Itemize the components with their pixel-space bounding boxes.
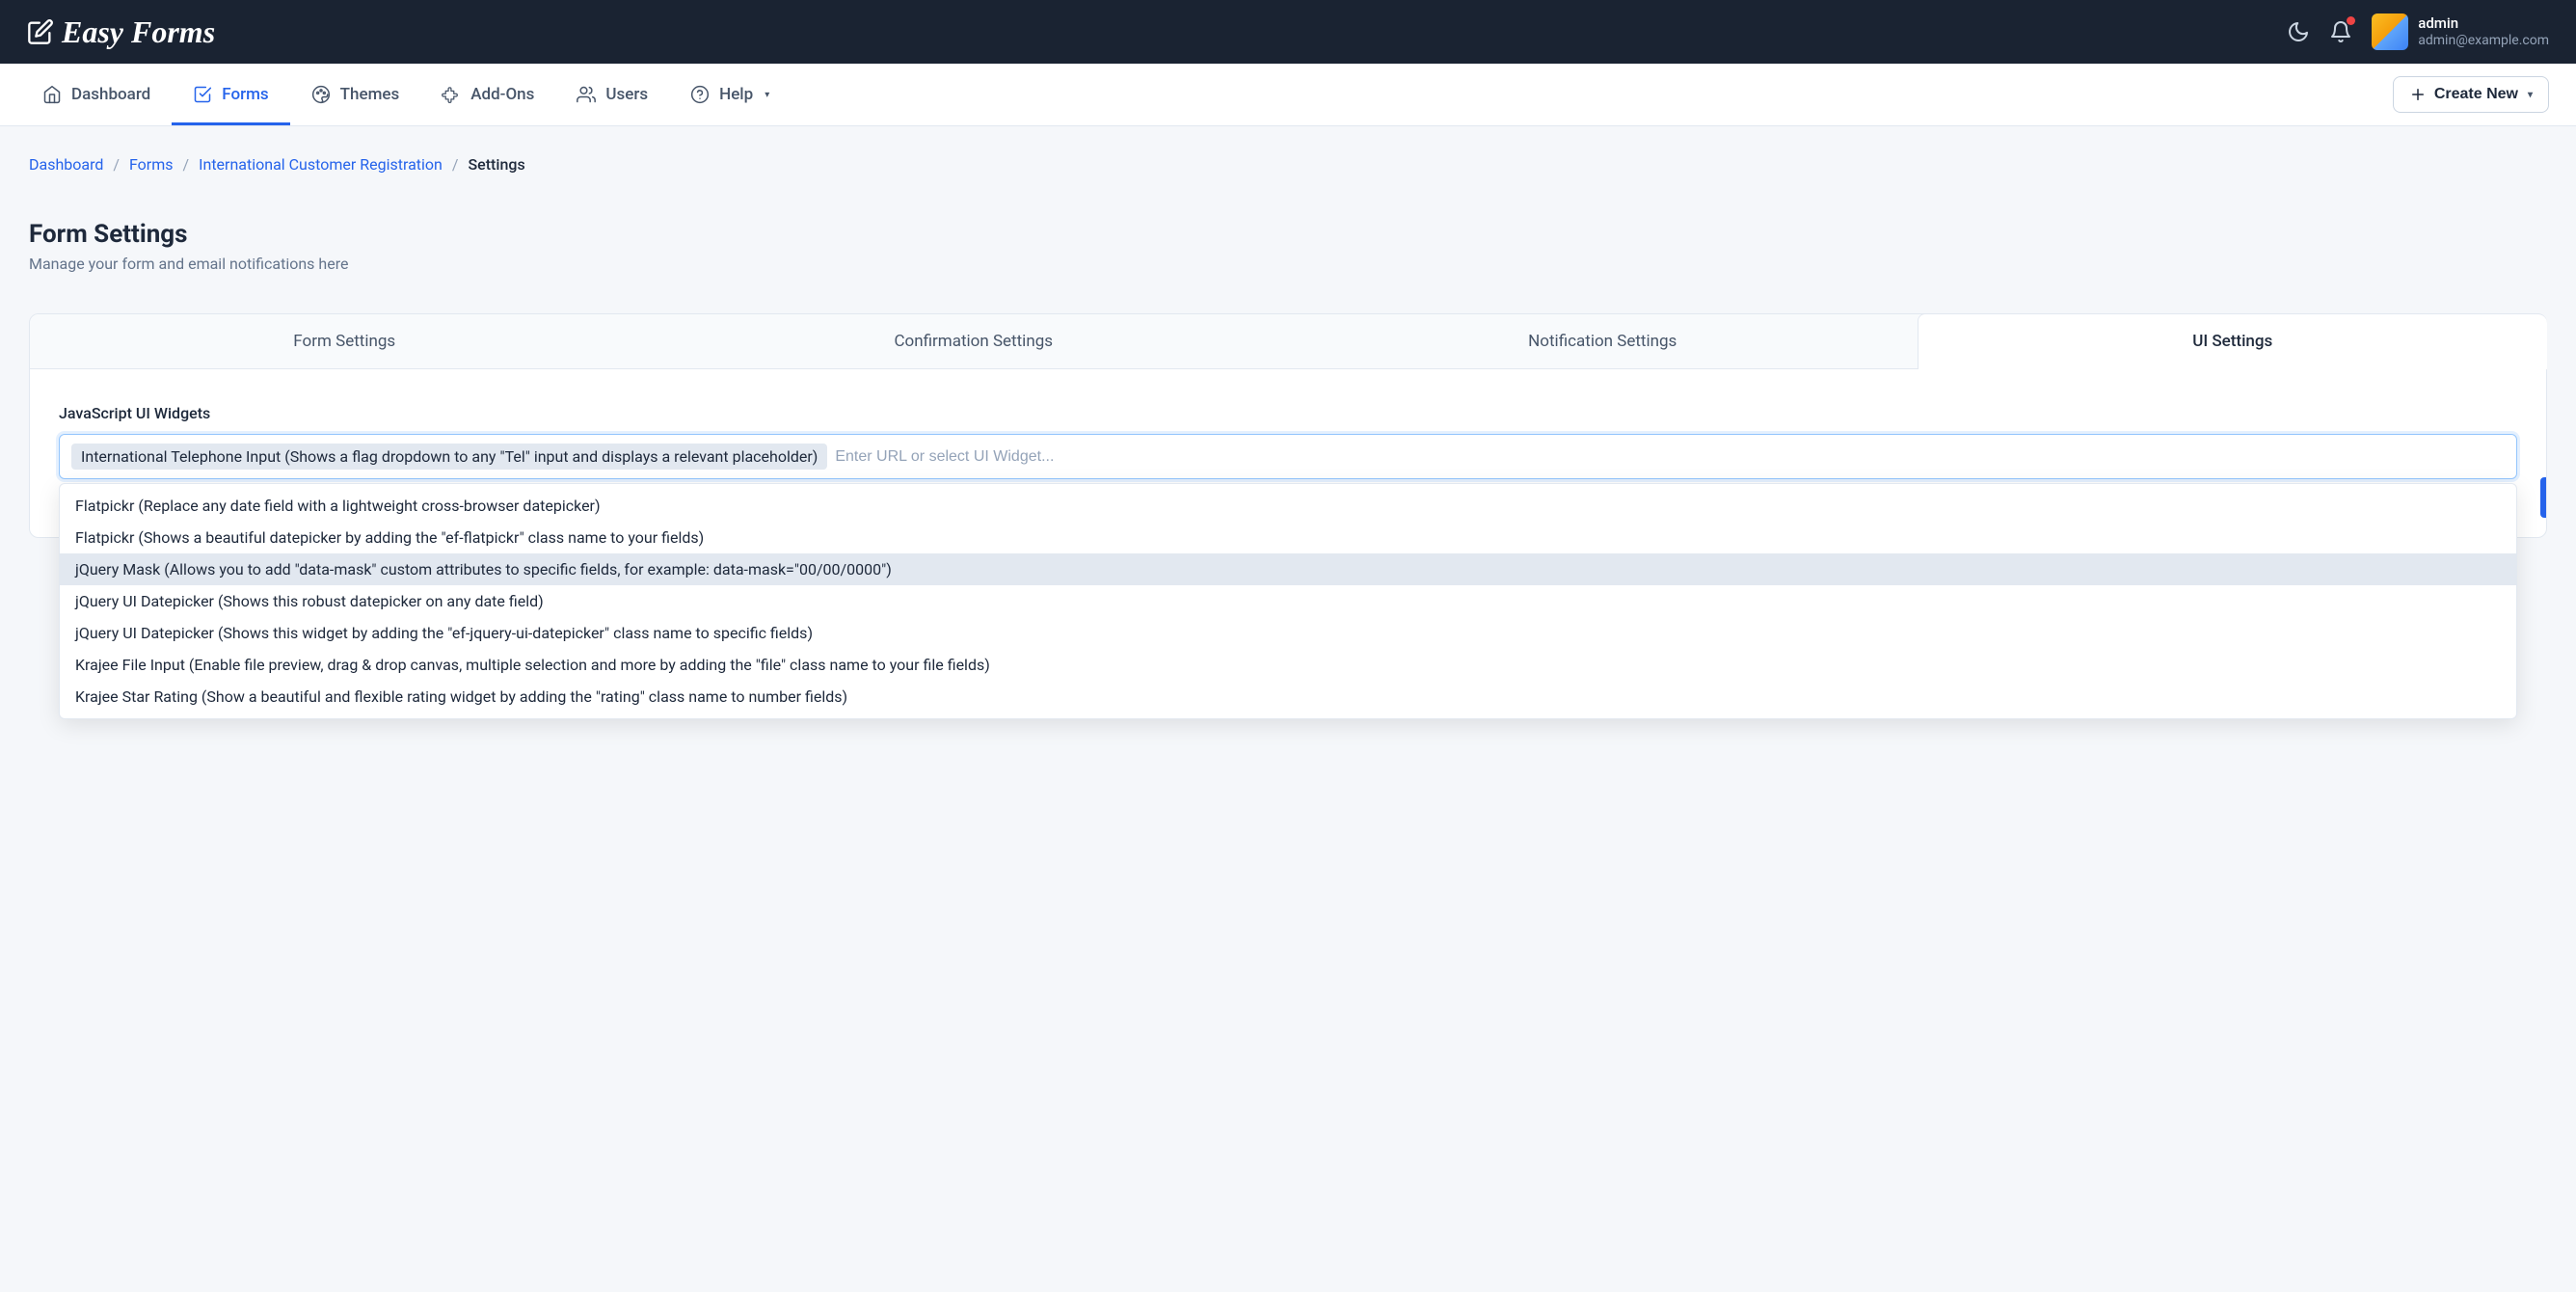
nav-label: Dashboard <box>71 85 150 104</box>
widget-option[interactable]: Krajee Star Rating (Show a beautiful and… <box>60 681 2516 713</box>
widget-search-input[interactable] <box>835 448 2505 466</box>
widget-option[interactable]: Flatpickr (Replace any date field with a… <box>60 490 2516 522</box>
widget-option[interactable]: jQuery UI Datepicker (Shows this widget … <box>60 617 2516 649</box>
notification-dot <box>2347 16 2355 25</box>
breadcrumb-sep: / <box>183 155 190 174</box>
breadcrumb-sep: / <box>452 155 459 174</box>
nav-label: Users <box>605 85 648 104</box>
breadcrumb-link-dashboard[interactable]: Dashboard <box>29 155 103 174</box>
widget-select[interactable]: International Telephone Input (Shows a f… <box>59 434 2517 479</box>
brand[interactable]: Easy Forms <box>27 14 215 50</box>
chevron-down-icon: ▾ <box>2528 90 2533 100</box>
tab-form-settings[interactable]: Form Settings <box>30 314 659 368</box>
nav-label: Forms <box>222 85 268 104</box>
page: Dashboard / Forms / International Custom… <box>0 126 2576 577</box>
nav-forms[interactable]: Forms <box>172 64 289 125</box>
widget-field-label: JavaScript UI Widgets <box>59 404 2517 422</box>
breadcrumb-current: Settings <box>468 155 524 174</box>
nav-label: Themes <box>340 85 400 104</box>
tabs: Form Settings Confirmation Settings Noti… <box>30 314 2546 369</box>
plus-icon <box>2409 86 2427 103</box>
brand-name: Easy Forms <box>62 14 215 50</box>
user-menu[interactable]: admin admin@example.com <box>2372 13 2549 50</box>
chevron-down-icon: ▾ <box>765 90 769 100</box>
widget-option[interactable]: jQuery Mask (Allows you to add "data-mas… <box>60 553 2516 585</box>
widget-option[interactable]: Flatpickr (Shows a beautiful datepicker … <box>60 522 2516 553</box>
users-icon <box>577 85 596 104</box>
breadcrumb: Dashboard / Forms / International Custom… <box>29 155 2547 174</box>
tab-confirmation-settings[interactable]: Confirmation Settings <box>659 314 1289 368</box>
home-icon <box>42 85 62 104</box>
settings-card: Form Settings Confirmation Settings Noti… <box>29 313 2547 538</box>
create-new-label: Create New <box>2434 86 2518 103</box>
navbar: Dashboard Forms Themes Add-Ons Users Hel… <box>0 64 2576 126</box>
nav-label: Add-Ons <box>470 85 534 104</box>
selected-widget-chip[interactable]: International Telephone Input (Shows a f… <box>71 444 827 470</box>
create-new-button[interactable]: Create New ▾ <box>2393 76 2549 113</box>
widget-option[interactable]: Krajee File Input (Enable file preview, … <box>60 649 2516 681</box>
check-square-icon <box>193 85 212 104</box>
breadcrumb-link-forms[interactable]: Forms <box>129 155 174 174</box>
nav-label: Help <box>719 85 753 104</box>
moon-icon <box>2287 20 2310 43</box>
avatar <box>2372 13 2408 50</box>
ui-settings-panel: JavaScript UI Widgets International Tele… <box>30 369 2546 537</box>
breadcrumb-link-form[interactable]: International Customer Registration <box>199 155 443 174</box>
widget-dropdown: Flatpickr (Replace any date field with a… <box>59 483 2517 719</box>
user-email: admin@example.com <box>2418 33 2549 50</box>
edit-icon <box>27 18 54 45</box>
topbar: Easy Forms admin admin@example.com <box>0 0 2576 64</box>
breadcrumb-sep: / <box>113 155 120 174</box>
help-icon <box>690 85 710 104</box>
nav-themes[interactable]: Themes <box>290 64 421 125</box>
nav-items: Dashboard Forms Themes Add-Ons Users Hel… <box>42 64 791 125</box>
nav-help[interactable]: Help ▾ <box>669 64 791 125</box>
nav-users[interactable]: Users <box>555 64 669 125</box>
topbar-right: admin admin@example.com <box>2287 13 2549 50</box>
tab-notification-settings[interactable]: Notification Settings <box>1288 314 1918 368</box>
theme-toggle[interactable] <box>2287 20 2310 43</box>
save-button-edge[interactable] <box>2540 477 2546 518</box>
user-name: admin <box>2418 14 2549 33</box>
page-subtitle: Manage your form and email notifications… <box>29 255 2547 273</box>
palette-icon <box>311 85 331 104</box>
nav-dashboard[interactable]: Dashboard <box>42 64 172 125</box>
user-text: admin admin@example.com <box>2418 14 2549 49</box>
puzzle-icon <box>442 85 461 104</box>
widget-option[interactable]: jQuery UI Datepicker (Shows this robust … <box>60 585 2516 617</box>
nav-addons[interactable]: Add-Ons <box>420 64 555 125</box>
tab-ui-settings[interactable]: UI Settings <box>1918 313 2548 369</box>
page-title: Form Settings <box>29 220 2547 249</box>
notifications-button[interactable] <box>2329 20 2352 43</box>
